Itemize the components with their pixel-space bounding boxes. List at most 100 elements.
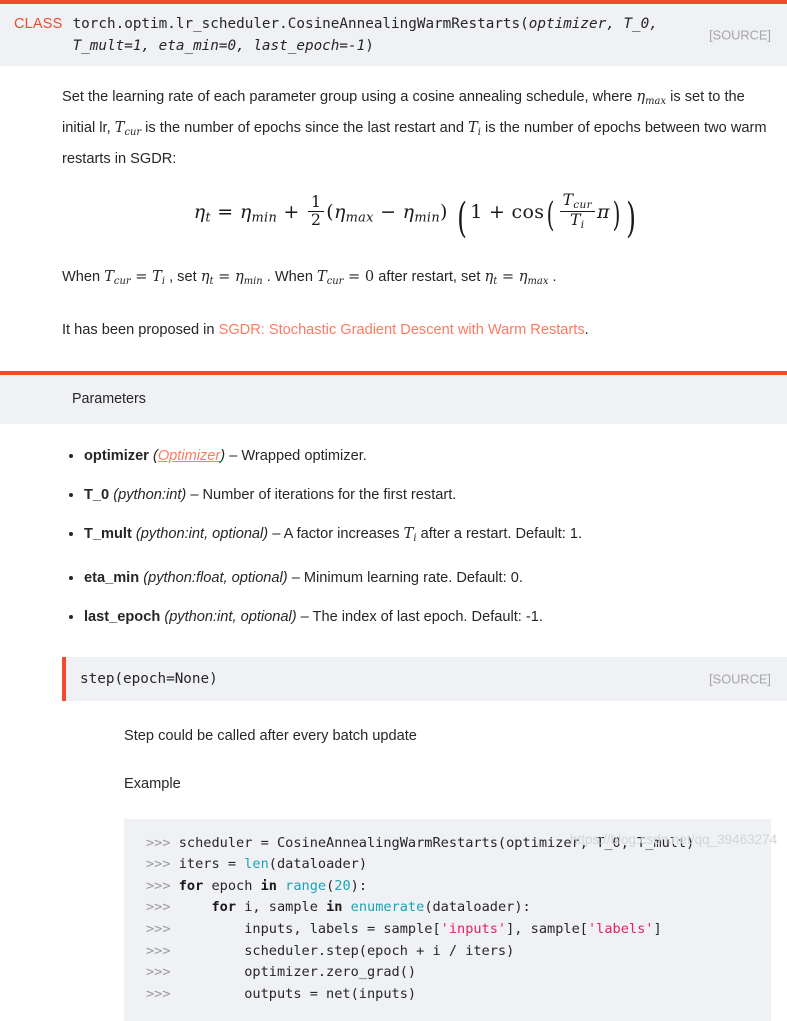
param-name-etamin: eta_min: [84, 569, 140, 586]
class-signature-text: torch.optim.lr_scheduler.CosineAnnealing…: [73, 13, 658, 57]
when-equals-1: =: [130, 268, 153, 286]
class-keyword-label: CLASS: [14, 16, 63, 32]
parameter-item-lastepoch: last_epoch (python:int, optional) – The …: [84, 607, 784, 627]
eq-plus-2: +: [488, 200, 506, 223]
code-line-6: >>> scheduler.step(epoch + i / iters): [146, 942, 515, 959]
parameter-item-t0: T_0 (python:int) – Number of iterations …: [84, 485, 784, 505]
eq-fraction-numerator: 1: [311, 193, 322, 212]
code-line-8: >>> outputs = net(inputs): [146, 985, 417, 1002]
when-ti: T: [152, 268, 162, 286]
param-type-link-optimizer[interactable]: Optimizer: [158, 448, 220, 464]
method-open-paren: (: [114, 670, 124, 687]
desc-part-3: is the number of epochs since the last r…: [141, 119, 469, 136]
when-period: .: [548, 269, 557, 286]
when-after-restart-text: after restart, set: [374, 269, 485, 286]
class-args-line-2: T_mult=1, eta_min=0, last_epoch=-1: [72, 38, 366, 54]
when-equals-4: =: [497, 268, 519, 286]
param-type-t0: python:int: [118, 486, 182, 503]
method-body-text: Step could be called after every batch u…: [124, 727, 417, 744]
param-desc-after-tmult: after a restart. Default: 1.: [416, 525, 583, 542]
code-line-7: >>> optimizer.zero_grad(): [146, 964, 417, 981]
param-name-t0: T_0: [84, 486, 110, 503]
class-path: torch.optim.lr_scheduler.CosineAnnealing…: [72, 16, 521, 32]
cosine-annealing-equation: ηt = ηmin + 1 2 (ηmax − ηmin) (1 + cos(Tcu…: [62, 191, 771, 243]
parameters-list: optimizer (Optimizer) – Wrapped optimize…: [0, 446, 784, 627]
eq-fraction-tcur: Tcur: [560, 191, 595, 211]
eq-eta-min-2: η: [402, 200, 415, 223]
when-prefix-1: When: [62, 269, 105, 286]
when-eta-t-2: η: [484, 268, 494, 286]
parameter-item-etamin: eta_min (python:float, optional) – Minim…: [84, 568, 784, 588]
when-tcur-2: T: [317, 268, 327, 286]
desc-tcur-subscript: cur: [124, 126, 142, 138]
desc-eta-max-subscript: max: [645, 95, 667, 107]
proposed-suffix: .: [584, 321, 589, 338]
class-description-region: Set the learning rate of each parameter …: [0, 84, 787, 343]
when-equals-3: =: [343, 268, 365, 286]
eq-paren-close-1: ): [439, 200, 448, 223]
when-zero: 0: [364, 268, 375, 286]
eq-eta-min-2-subscript: min: [414, 210, 440, 226]
eq-eta-min-subscript: min: [251, 210, 278, 226]
eq-eta-max-subscript: max: [345, 210, 374, 226]
eq-pi-symbol: π: [596, 200, 610, 223]
method-name-step: step: [80, 670, 115, 687]
parameter-item-optimizer: optimizer (Optimizer) – Wrapped optimize…: [84, 446, 784, 466]
eq-eta-max: η: [333, 200, 346, 223]
method-signature-text: step(epoch=None): [80, 671, 218, 687]
param-desc-optimizer: – Wrapped optimizer.: [225, 447, 367, 464]
param-name-tmult: T_mult: [84, 525, 132, 542]
eq-tcur-subscript: cur: [573, 198, 592, 211]
method-source-link[interactable]: [SOURCE]: [709, 671, 771, 686]
when-equals-2: =: [213, 268, 235, 286]
eq-plus: +: [283, 200, 300, 223]
when-prefix-2: . When: [262, 269, 317, 286]
proposed-prefix: It has been proposed in: [62, 321, 219, 338]
when-tcur-1: T: [104, 268, 114, 286]
eq-med-paren-open: (: [546, 195, 555, 235]
sgdr-paper-link[interactable]: SGDR: Stochastic Gradient Descent with W…: [219, 322, 585, 338]
when-eta-min-sub: min: [243, 275, 263, 287]
eq-fraction-denominator: 2: [308, 210, 325, 229]
eq-lhs-eta: η: [193, 200, 206, 223]
desc-part-1: Set the learning rate of each parameter …: [62, 89, 637, 105]
param-desc-etamin: – Minimum learning rate. Default: 0.: [287, 569, 523, 586]
param-name-lastepoch: last_epoch: [84, 608, 161, 625]
eq-equals-1: =: [217, 200, 234, 223]
method-args: epoch=None: [123, 670, 210, 687]
when-set-text-1: , set: [165, 269, 201, 286]
eq-fraction-ti: Ti: [559, 210, 595, 231]
param-desc-lastepoch: – The index of last epoch. Default: -1.: [296, 608, 543, 625]
param-name-optimizer: optimizer: [84, 447, 149, 464]
param-type-lastepoch: python:int, optional: [169, 608, 292, 625]
method-body-region: Step could be called after every batch u…: [0, 723, 787, 1021]
eq-big-paren-open: (: [457, 194, 468, 243]
when-tcur-1-sub: cur: [113, 275, 131, 287]
class-open-paren: (: [520, 16, 529, 32]
eq-lhs-subscript: t: [205, 210, 211, 226]
eq-tcur-over-ti-fraction: Tcur Ti: [559, 191, 595, 232]
class-signature-header: CLASS torch.optim.lr_scheduler.CosineAnn…: [0, 0, 787, 66]
param-math-ti-tmult: T: [403, 524, 414, 542]
method-signature-step: step(epoch=None) [SOURCE]: [62, 656, 787, 701]
param-desc-before-tmult: – A factor increases: [268, 525, 404, 542]
eq-one: 1: [470, 200, 483, 223]
param-type-tmult: python:int, optional: [140, 525, 264, 542]
code-line-4: >>> for i, sample in enumerate(dataloade…: [146, 899, 531, 916]
when-eta-min: η: [234, 268, 244, 286]
when-condition-paragraph: When Tcur = Ti , set ηt = ηmin . When Tc…: [62, 264, 771, 295]
eq-ti-symbol: T: [570, 210, 581, 229]
proposed-in-paragraph: It has been proposed in SGDR: Stochastic…: [62, 317, 771, 343]
class-close-paren: ): [365, 38, 374, 54]
class-signature-inner: CLASS torch.optim.lr_scheduler.CosineAnn…: [14, 13, 775, 57]
desc-ti-symbol: T: [468, 118, 478, 136]
param-type-etamin: python:float, optional: [148, 569, 283, 586]
example-heading: Example: [124, 775, 181, 792]
parameter-item-tmult: T_mult (python:int, optional) – A factor…: [84, 524, 784, 549]
example-code-block[interactable]: >>> scheduler = CosineAnnealingWarmResta…: [124, 818, 771, 1021]
class-args-line-1: optimizer, T_0,: [528, 16, 658, 32]
eq-med-paren-close: ): [612, 195, 621, 235]
when-eta-max: η: [518, 268, 528, 286]
class-source-link[interactable]: [SOURCE]: [709, 28, 771, 43]
eq-big-paren-close: ): [626, 194, 637, 243]
